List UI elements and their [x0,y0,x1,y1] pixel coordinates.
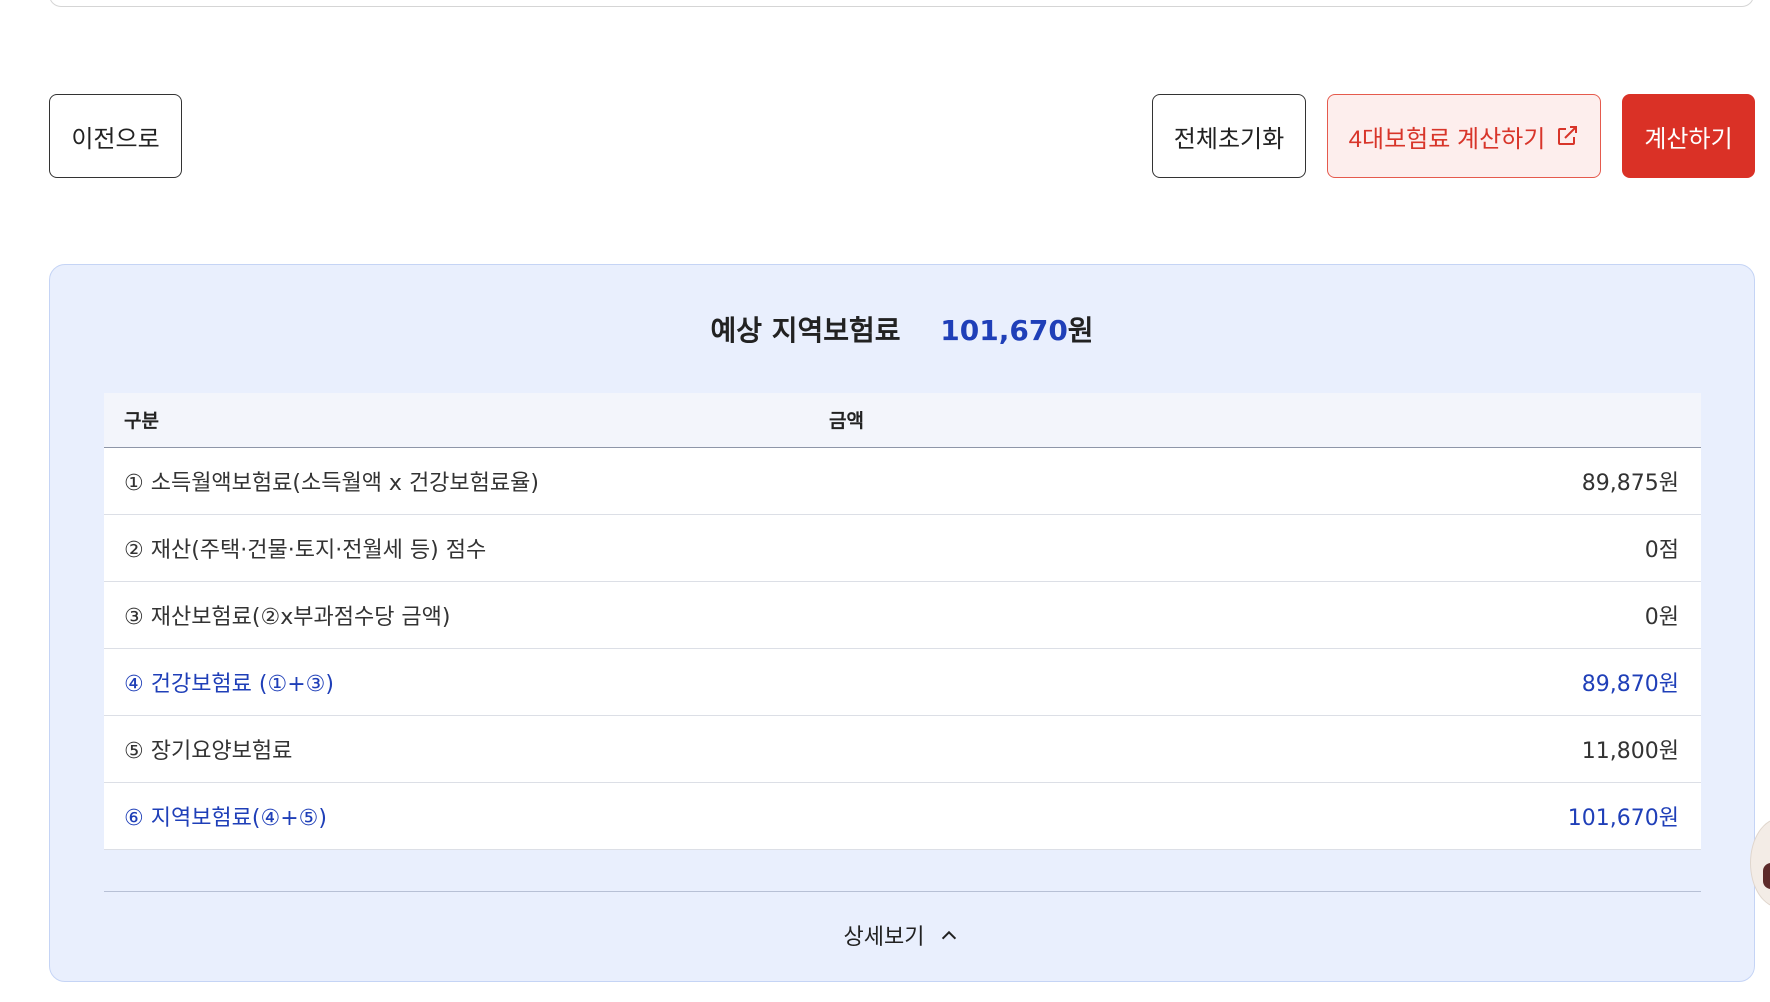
column-header-category: 구분 [104,393,829,448]
table-row-highlight: ⑥ 지역보험료(④+⑤) 101,670원 [104,782,1701,850]
result-amount: 101,670 [940,314,1068,347]
column-header-amount: 금액 [829,393,1701,448]
result-panel: 예상 지역보험료 101,670원 구분 금액 ① 소득월액보험료(소득월액 x… [49,264,1755,982]
divider [104,891,1701,892]
row-label: ④ 건강보험료 (①+③) [104,648,829,716]
four-insurance-calc-button[interactable]: 4대보험료 계산하기 [1327,94,1601,178]
prev-button[interactable]: 이전으로 [49,94,182,178]
calculate-button[interactable]: 계산하기 [1622,94,1755,178]
table-header-row: 구분 금액 [104,393,1701,448]
result-title: 예상 지역보험료 101,670원 [50,309,1754,349]
row-label: ③ 재산보험료(②x부과점수당 금액) [104,581,829,649]
result-amount-unit: 원 [1067,314,1094,347]
external-link-icon [1558,126,1578,145]
detail-toggle-label: 상세보기 [843,925,925,950]
table-row: ⑤ 장기요양보험료 11,800원 [104,715,1701,783]
table-row: ① 소득월액보험료(소득월액 x 건강보험료율) 89,875원 [104,447,1701,515]
row-label: ⑥ 지역보험료(④+⑤) [104,782,829,850]
avatar-detail [1763,863,1770,889]
row-value: 0점 [829,514,1701,582]
row-value: 89,875원 [829,447,1701,515]
row-value: 101,670원 [829,782,1701,850]
row-value: 89,870원 [829,648,1701,716]
row-value: 0원 [829,581,1701,649]
result-table: 구분 금액 ① 소득월액보험료(소득월액 x 건강보험료율) 89,875원 ②… [104,393,1701,850]
detail-toggle-button[interactable]: 상세보기 [50,919,1754,951]
row-label: ① 소득월액보험료(소득월액 x 건강보험료율) [104,447,829,515]
row-label: ⑤ 장기요양보험료 [104,715,829,783]
table-row-highlight: ④ 건강보험료 (①+③) 89,870원 [104,648,1701,716]
reset-all-button[interactable]: 전체초기화 [1152,94,1306,178]
previous-section-box [49,0,1754,7]
row-value: 11,800원 [829,715,1701,783]
table-row: ② 재산(주택·건물·토지·전월세 등) 점수 0점 [104,514,1701,582]
chevron-up-icon [942,930,957,940]
result-title-label: 예상 지역보험료 [710,314,901,347]
row-label: ② 재산(주택·건물·토지·전월세 등) 점수 [104,514,829,582]
table-row: ③ 재산보험료(②x부과점수당 금액) 0원 [104,581,1701,649]
four-insurance-calc-label: 4대보험료 계산하기 [1348,125,1546,153]
